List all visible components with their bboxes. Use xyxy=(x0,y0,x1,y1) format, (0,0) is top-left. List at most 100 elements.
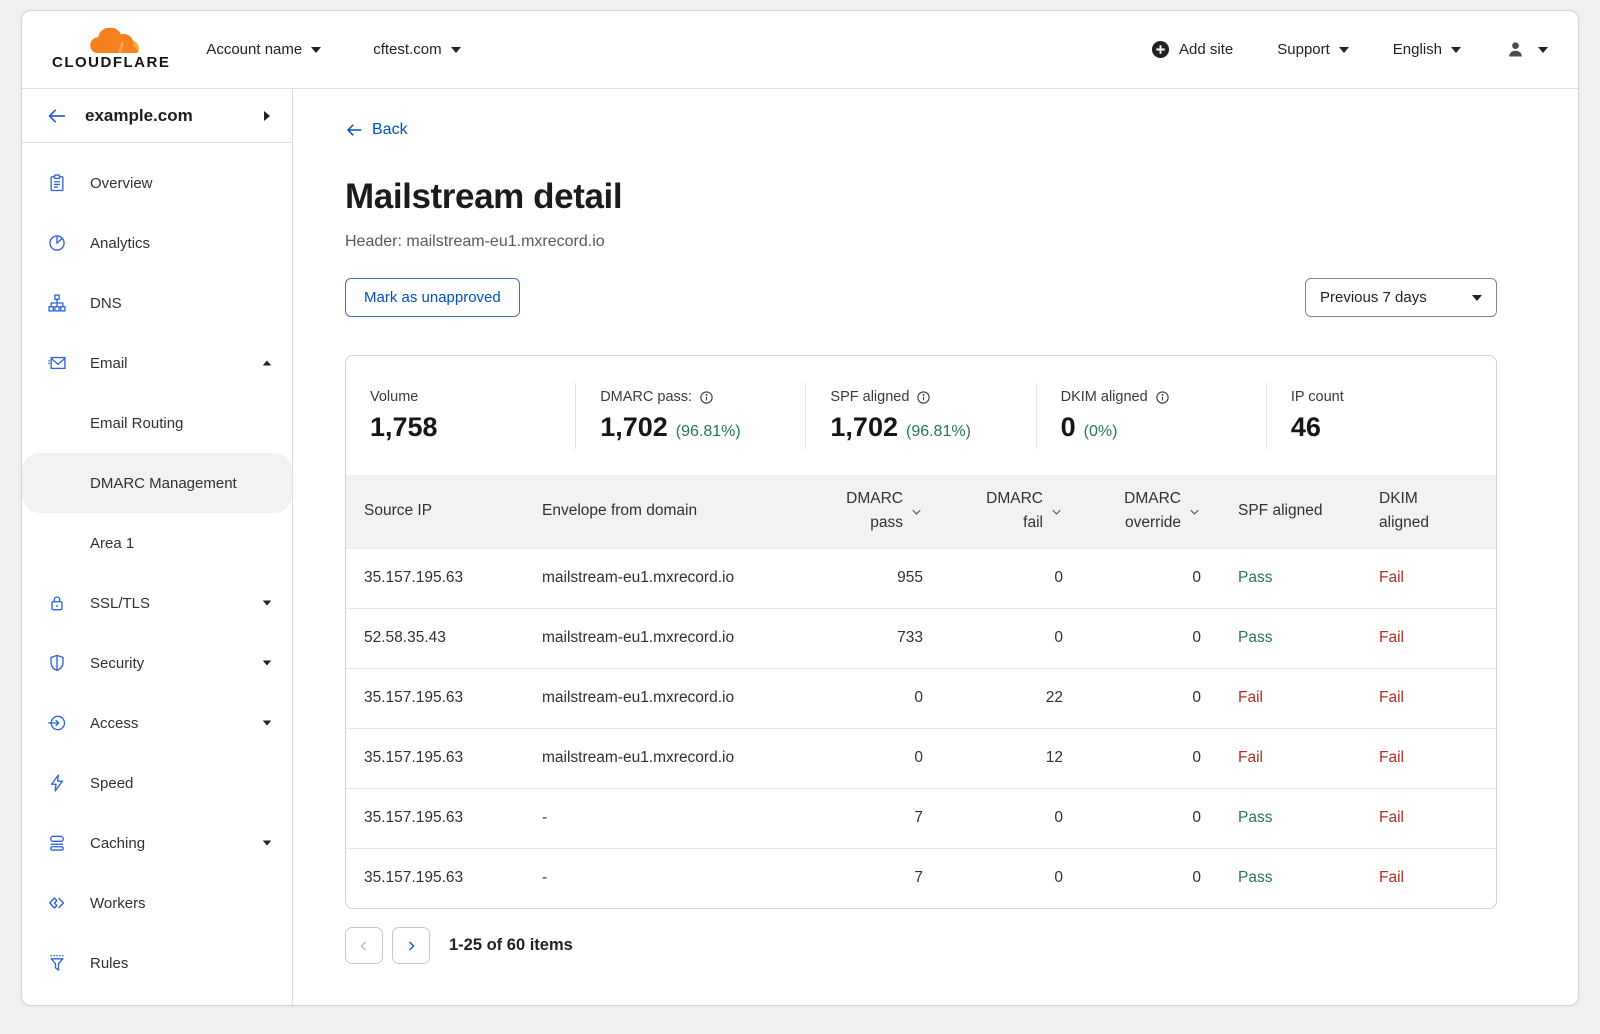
cell-dkim-aligned: Fail xyxy=(1379,668,1496,728)
cell-dmarc-fail: 0 xyxy=(923,548,1063,608)
sidebar-item-email-routing[interactable]: Email Routing xyxy=(22,393,292,453)
sidebar-item-overview[interactable]: Overview xyxy=(22,153,292,213)
cell-dmarc-pass: 733 xyxy=(786,608,923,668)
back-link[interactable]: Back xyxy=(345,121,408,139)
mark-unapproved-button[interactable]: Mark as unapproved xyxy=(345,278,520,317)
site-menu[interactable]: cftest.com xyxy=(373,41,460,58)
cell-dmarc-pass: 7 xyxy=(786,788,923,848)
cell-dmarc-fail: 0 xyxy=(923,608,1063,668)
stat-dkim-aligned: DKIM aligned 0(0%) xyxy=(1036,383,1266,449)
next-page-button[interactable] xyxy=(392,927,430,964)
pie-chart-icon xyxy=(46,233,68,253)
sidebar-item-speed[interactable]: Speed xyxy=(22,753,292,813)
date-range-select[interactable]: Previous 7 days xyxy=(1305,278,1497,317)
clipboard-icon xyxy=(46,173,68,193)
chevron-right-icon xyxy=(404,939,418,953)
chevron-down-icon xyxy=(1451,47,1461,53)
col-dmarc-fail[interactable]: DMARC fail xyxy=(923,475,1063,548)
sidebar-item-caching[interactable]: Caching xyxy=(22,813,292,873)
cell-envelope-domain: mailstream-eu1.mxrecord.io xyxy=(524,548,786,608)
col-dkim-aligned: DKIM aligned xyxy=(1379,475,1496,548)
back-arrow-icon xyxy=(46,107,67,125)
sidebar-item-workers[interactable]: Workers xyxy=(22,873,292,933)
sidebar-item-rules[interactable]: Rules xyxy=(22,933,292,993)
cell-spf-aligned: Pass xyxy=(1201,608,1379,668)
cell-spf-aligned: Pass xyxy=(1201,848,1379,908)
cell-dmarc-fail: 12 xyxy=(923,728,1063,788)
account-menu[interactable]: Account name xyxy=(206,41,321,58)
cell-envelope-domain: mailstream-eu1.mxrecord.io xyxy=(524,608,786,668)
col-spf-aligned: SPF aligned xyxy=(1201,475,1379,548)
cell-envelope-domain: mailstream-eu1.mxrecord.io xyxy=(524,668,786,728)
table-row: 52.58.35.43 mailstream-eu1.mxrecord.io 7… xyxy=(346,608,1496,668)
sidebar-site-header[interactable]: example.com xyxy=(22,89,292,143)
sidebar-item-security[interactable]: Security xyxy=(22,633,292,693)
chevron-right-icon xyxy=(264,111,270,121)
user-menu[interactable] xyxy=(1505,39,1548,60)
sidebar-item-ssl-tls[interactable]: SSL/TLS xyxy=(22,573,292,633)
stat-spf-aligned: SPF aligned 1,702(96.81%) xyxy=(805,383,1035,449)
cloudflare-logo[interactable]: CLOUDFLARE xyxy=(52,28,170,71)
shield-icon xyxy=(46,653,68,673)
prev-page-button[interactable] xyxy=(345,927,383,964)
stack-icon xyxy=(46,833,68,853)
site-name: example.com xyxy=(85,106,246,126)
cell-dkim-aligned: Fail xyxy=(1379,848,1496,908)
code-brackets-icon xyxy=(46,893,68,913)
col-dmarc-override[interactable]: DMARC override xyxy=(1063,475,1201,548)
table-row: 35.157.195.63 mailstream-eu1.mxrecord.io… xyxy=(346,548,1496,608)
stat-ip-count: IP count 46 xyxy=(1266,383,1496,449)
language-menu[interactable]: English xyxy=(1393,41,1461,58)
top-bar-right: Add site Support English xyxy=(1151,39,1548,60)
cell-dmarc-override: 0 xyxy=(1063,548,1201,608)
sidebar-item-analytics[interactable]: Analytics xyxy=(22,213,292,273)
chevron-down-icon xyxy=(451,47,461,53)
col-source-ip: Source IP xyxy=(346,475,524,548)
sort-chevron-icon xyxy=(1188,505,1201,518)
funnel-icon xyxy=(46,953,68,973)
expand-icon xyxy=(263,720,272,725)
network-tree-icon xyxy=(46,293,68,313)
sidebar-item-dmarc-management[interactable]: DMARC Management xyxy=(22,453,292,513)
info-icon[interactable] xyxy=(1155,390,1170,405)
table-row: 35.157.195.63 mailstream-eu1.mxrecord.io… xyxy=(346,728,1496,788)
cell-source-ip: 35.157.195.63 xyxy=(346,728,524,788)
cell-envelope-domain: mailstream-eu1.mxrecord.io xyxy=(524,728,786,788)
info-icon[interactable] xyxy=(699,390,714,405)
main-content: Back Mailstream detail Header: mailstrea… xyxy=(293,89,1579,1005)
cell-dmarc-fail: 0 xyxy=(923,848,1063,908)
sidebar-item-dns[interactable]: DNS xyxy=(22,273,292,333)
cell-dmarc-override: 0 xyxy=(1063,668,1201,728)
info-icon[interactable] xyxy=(916,390,931,405)
support-menu[interactable]: Support xyxy=(1277,41,1349,58)
cell-spf-aligned: Pass xyxy=(1201,548,1379,608)
col-dmarc-pass[interactable]: DMARC pass xyxy=(786,475,923,548)
add-site-button[interactable]: Add site xyxy=(1151,40,1233,59)
sort-chevron-icon xyxy=(1050,505,1063,518)
cell-dmarc-pass: 955 xyxy=(786,548,923,608)
table-row: 35.157.195.63 mailstream-eu1.mxrecord.io… xyxy=(346,668,1496,728)
cell-dmarc-override: 0 xyxy=(1063,848,1201,908)
sidebar: example.com Overview xyxy=(22,89,293,1005)
sidebar-menu: Overview Analytics xyxy=(22,143,292,993)
table-header-row: Source IP Envelope from domain DMARC pas… xyxy=(346,475,1496,548)
cell-dkim-aligned: Fail xyxy=(1379,788,1496,848)
chevron-down-icon xyxy=(311,47,321,53)
cell-dmarc-pass: 0 xyxy=(786,668,923,728)
sidebar-item-area1[interactable]: Area 1 xyxy=(22,513,292,573)
cell-spf-aligned: Fail xyxy=(1201,728,1379,788)
cell-spf-aligned: Pass xyxy=(1201,788,1379,848)
sidebar-item-email[interactable]: Email xyxy=(22,333,292,393)
access-icon xyxy=(46,713,68,733)
sidebar-item-access[interactable]: Access xyxy=(22,693,292,753)
expand-icon xyxy=(263,840,272,845)
cell-dmarc-pass: 0 xyxy=(786,728,923,788)
table-row: 35.157.195.63 - 7 0 0 Pass Fail xyxy=(346,848,1496,908)
sources-table: Source IP Envelope from domain DMARC pas… xyxy=(346,475,1496,908)
stat-volume: Volume 1,758 xyxy=(346,383,575,449)
back-arrow-icon xyxy=(345,122,363,138)
cell-source-ip: 35.157.195.63 xyxy=(346,668,524,728)
cell-dmarc-override: 0 xyxy=(1063,728,1201,788)
chevron-left-icon xyxy=(357,939,371,953)
cell-dmarc-override: 0 xyxy=(1063,608,1201,668)
